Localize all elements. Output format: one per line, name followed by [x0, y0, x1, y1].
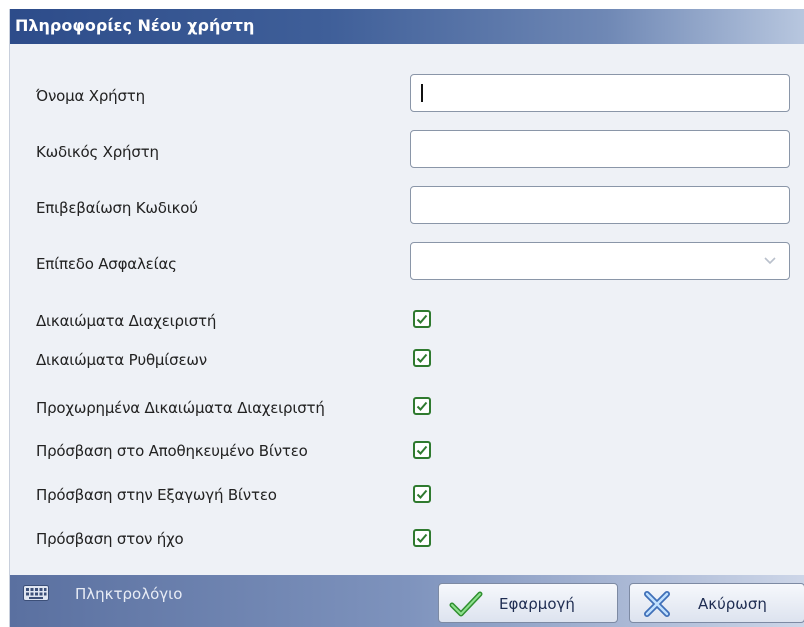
video-export-access-checkbox[interactable]: [413, 485, 431, 503]
permission-label: Πρόσβαση στην Εξαγωγή Βίντεο: [36, 486, 277, 504]
confirm-password-input[interactable]: [410, 186, 790, 224]
permission-label: Δικαιώματα Διαχειριστή: [36, 312, 217, 330]
security-level-select[interactable]: [410, 242, 790, 280]
text-caret: [421, 84, 423, 102]
checkmark-icon: [416, 533, 428, 543]
apply-button[interactable]: Εφαρμογή: [438, 583, 618, 623]
permission-label: Πρόσβαση στο Αποθηκευμένο Βίντεο: [36, 442, 308, 460]
password-label: Κωδικός Χρήστη: [36, 143, 159, 161]
username-input[interactable]: [410, 74, 790, 112]
confirm-password-label: Επιβεβαίωση Κωδικού: [36, 199, 198, 217]
x-icon: [644, 591, 670, 617]
settings-rights-checkbox[interactable]: [413, 349, 431, 367]
dialog-title: Πληροφορίες Νέου χρήστη: [15, 16, 255, 35]
checkmark-icon: [416, 401, 428, 411]
password-input[interactable]: [410, 130, 790, 168]
permission-label: Δικαιώματα Ρυθμίσεων: [36, 351, 207, 369]
audio-access-checkbox[interactable]: [413, 529, 431, 547]
title-bar: Πληροφορίες Νέου χρήστη: [10, 9, 804, 44]
checkmark-icon: [416, 353, 428, 363]
cancel-button-label: Ακύρωση: [698, 595, 767, 613]
security-level-label: Επίπεδο Ασφαλείας: [36, 255, 177, 273]
username-label: Όνομα Χρήστη: [36, 87, 145, 105]
checkmark-icon: [416, 489, 428, 499]
admin-rights-checkbox[interactable]: [413, 310, 431, 328]
dialog-footer: Πληκτρολόγιο Εφαρμογή Ακύρωση: [10, 575, 804, 627]
new-user-dialog: Πληροφορίες Νέου χρήστη Όνομα Χρήστη Κωδ…: [9, 9, 804, 627]
cancel-button[interactable]: Ακύρωση: [629, 583, 804, 623]
checkmark-icon: [416, 445, 428, 455]
advanced-admin-rights-checkbox[interactable]: [413, 397, 431, 415]
apply-button-label: Εφαρμογή: [499, 595, 575, 613]
checkmark-icon: [416, 314, 428, 324]
chevron-down-icon: [764, 257, 776, 265]
keyboard-button-label[interactable]: Πληκτρολόγιο: [75, 585, 182, 603]
recorded-video-access-checkbox[interactable]: [413, 441, 431, 459]
checkmark-icon: [449, 591, 483, 617]
permission-label: Προχωρημένα Δικαιώματα Διαχειριστή: [36, 399, 325, 417]
keyboard-icon[interactable]: [23, 585, 49, 601]
permission-label: Πρόσβαση στον ήχο: [36, 530, 184, 548]
